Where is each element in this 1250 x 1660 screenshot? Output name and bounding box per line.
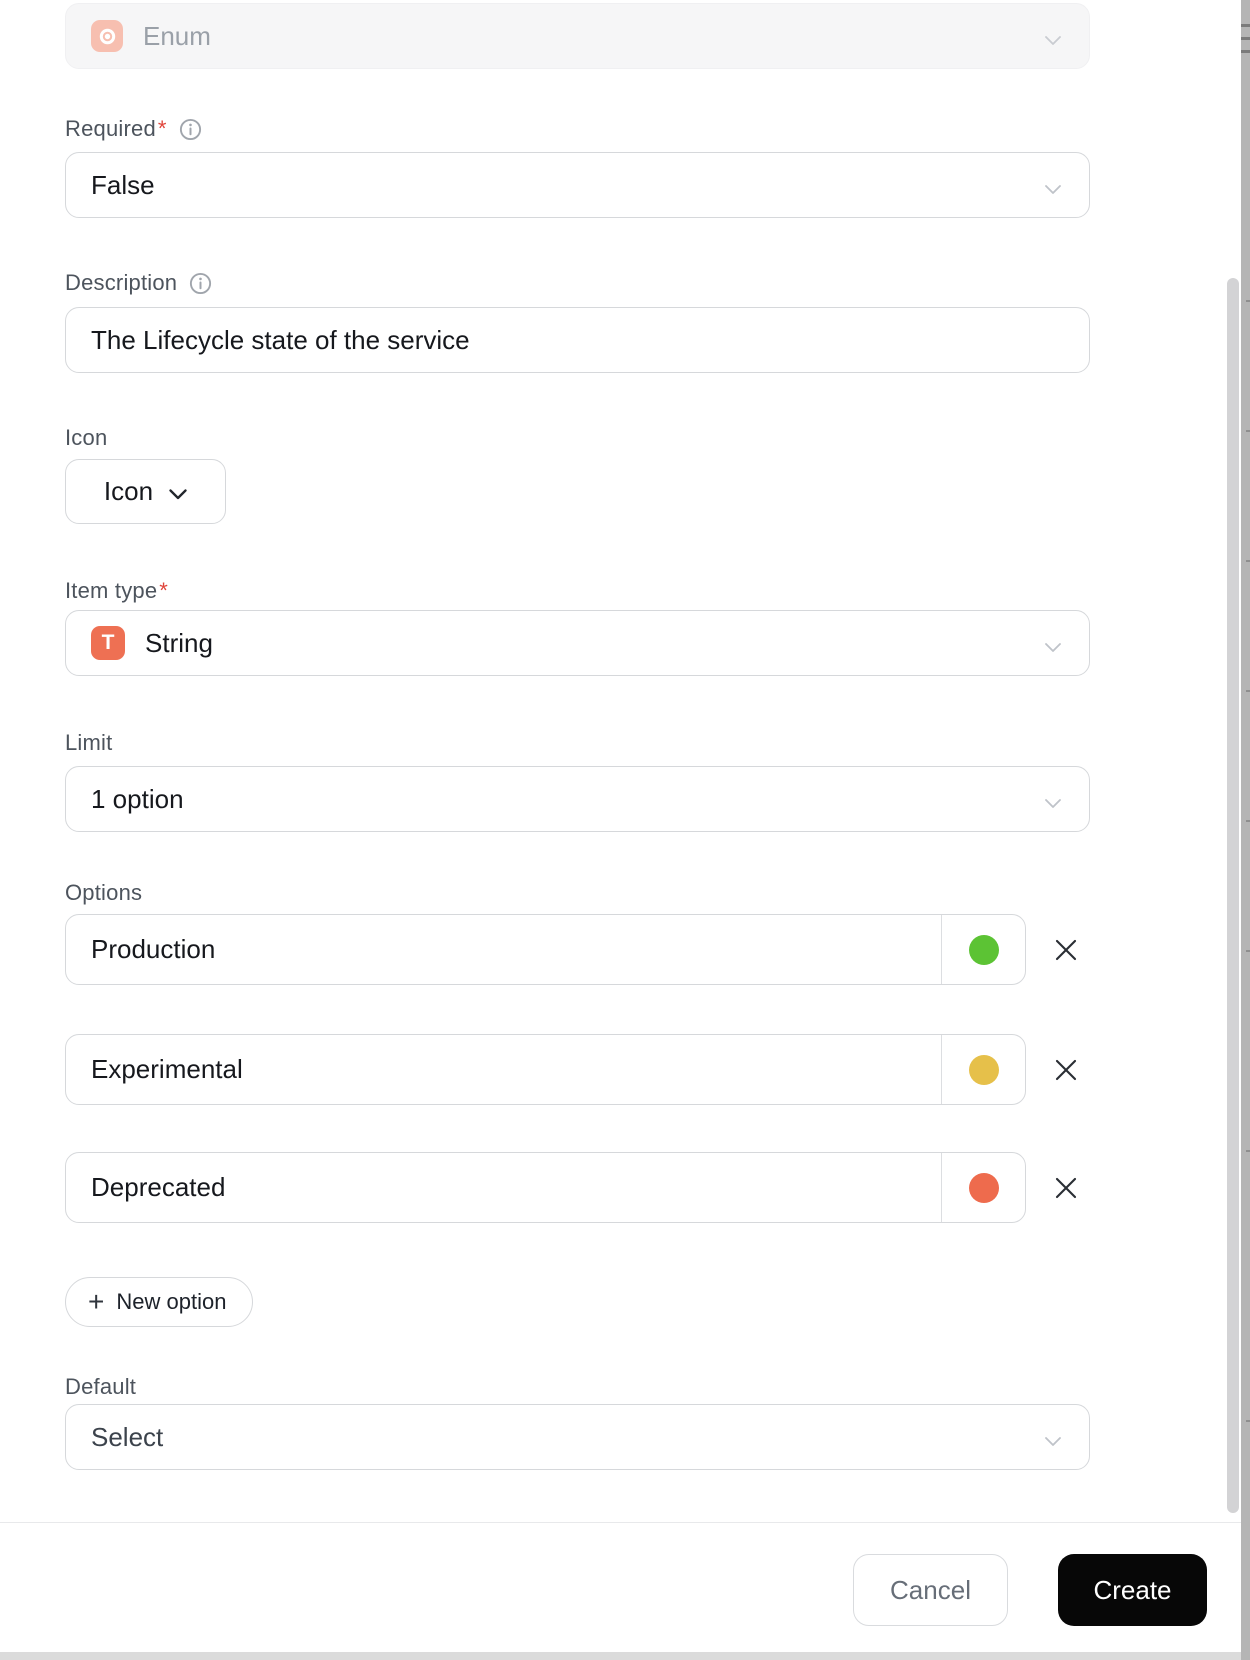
option-value: Deprecated xyxy=(91,1172,226,1202)
modal-form: Enum Required* False Description The Lif… xyxy=(0,3,1090,1470)
item-type-value: String xyxy=(145,627,213,658)
option-color-picker[interactable] xyxy=(941,1153,1025,1222)
property-type-select[interactable]: Enum xyxy=(65,3,1090,69)
required-asterisk: * xyxy=(157,116,167,141)
option-color-picker[interactable] xyxy=(941,915,1025,984)
create-button[interactable]: Create xyxy=(1058,1554,1207,1626)
description-value: The Lifecycle state of the service xyxy=(91,324,470,355)
color-swatch xyxy=(968,934,999,965)
info-icon[interactable] xyxy=(189,272,212,295)
page-background-edge xyxy=(1241,0,1250,1660)
limit-label: Limit xyxy=(65,730,113,755)
option-row: Experimental xyxy=(65,1034,1090,1105)
cancel-button[interactable]: Cancel xyxy=(853,1554,1008,1626)
option-value: Production xyxy=(91,934,216,964)
background-text-fragment xyxy=(1246,1420,1250,1422)
icon-label: Icon xyxy=(65,425,108,450)
limit-select[interactable]: 1 option xyxy=(65,766,1090,832)
option-input[interactable]: Production xyxy=(65,914,1027,985)
background-text-fragment xyxy=(1246,560,1250,562)
string-type-icon: T xyxy=(91,626,125,660)
option-value: Experimental xyxy=(91,1054,243,1084)
color-swatch xyxy=(968,1054,999,1085)
property-type-value: Enum xyxy=(143,20,211,51)
background-text-fragment xyxy=(1241,37,1250,40)
new-option-button[interactable]: + New option xyxy=(65,1277,254,1327)
background-text-fragment xyxy=(1246,690,1250,692)
background-text-fragment xyxy=(1246,950,1250,952)
options-label: Options xyxy=(65,880,143,905)
option-row: Deprecated xyxy=(65,1152,1090,1223)
item-type-asterisk: * xyxy=(159,578,169,603)
enum-record-icon xyxy=(91,20,123,52)
required-value: False xyxy=(91,169,155,200)
item-type-select[interactable]: T String xyxy=(65,610,1090,676)
page-background-bottom xyxy=(0,1652,1241,1660)
option-input[interactable]: Experimental xyxy=(65,1034,1027,1105)
required-label: Required* xyxy=(65,116,167,141)
modal-footer: Cancel Create xyxy=(0,1522,1241,1652)
background-text-fragment xyxy=(1246,820,1250,822)
remove-option-button[interactable] xyxy=(1042,1164,1090,1212)
background-text-fragment xyxy=(1241,50,1250,53)
new-option-label: New option xyxy=(116,1289,227,1314)
chevron-down-icon xyxy=(169,476,187,507)
color-swatch xyxy=(968,1172,999,1203)
limit-value: 1 option xyxy=(91,783,184,814)
option-input[interactable]: Deprecated xyxy=(65,1152,1027,1223)
chevron-down-icon xyxy=(1045,170,1061,201)
info-icon[interactable] xyxy=(179,118,202,141)
description-label: Description xyxy=(65,270,178,295)
remove-option-button[interactable] xyxy=(1042,926,1090,974)
option-row: Production xyxy=(65,914,1090,985)
background-text-fragment xyxy=(1246,1150,1250,1152)
default-label: Default xyxy=(65,1374,137,1399)
default-select[interactable]: Select xyxy=(65,1404,1090,1470)
chevron-down-icon xyxy=(1045,21,1061,52)
background-text-fragment xyxy=(1246,300,1250,302)
chevron-down-icon xyxy=(1045,784,1061,815)
chevron-down-icon xyxy=(1045,1422,1061,1453)
remove-option-button[interactable] xyxy=(1042,1046,1090,1094)
description-input[interactable]: The Lifecycle state of the service xyxy=(65,307,1090,373)
scrollbar-thumb[interactable] xyxy=(1227,278,1239,1513)
icon-picker-button[interactable]: Icon xyxy=(65,459,226,524)
option-color-picker[interactable] xyxy=(941,1035,1025,1104)
icon-picker-label: Icon xyxy=(103,476,154,506)
required-select[interactable]: False xyxy=(65,152,1090,218)
create-property-modal: Enum Required* False Description The Lif… xyxy=(0,0,1241,1652)
default-placeholder: Select xyxy=(91,1421,164,1452)
plus-icon: + xyxy=(88,1286,105,1317)
background-text-fragment xyxy=(1241,24,1250,27)
background-text-fragment xyxy=(1246,430,1250,432)
chevron-down-icon xyxy=(1045,628,1061,659)
item-type-label: Item type* xyxy=(65,578,169,603)
